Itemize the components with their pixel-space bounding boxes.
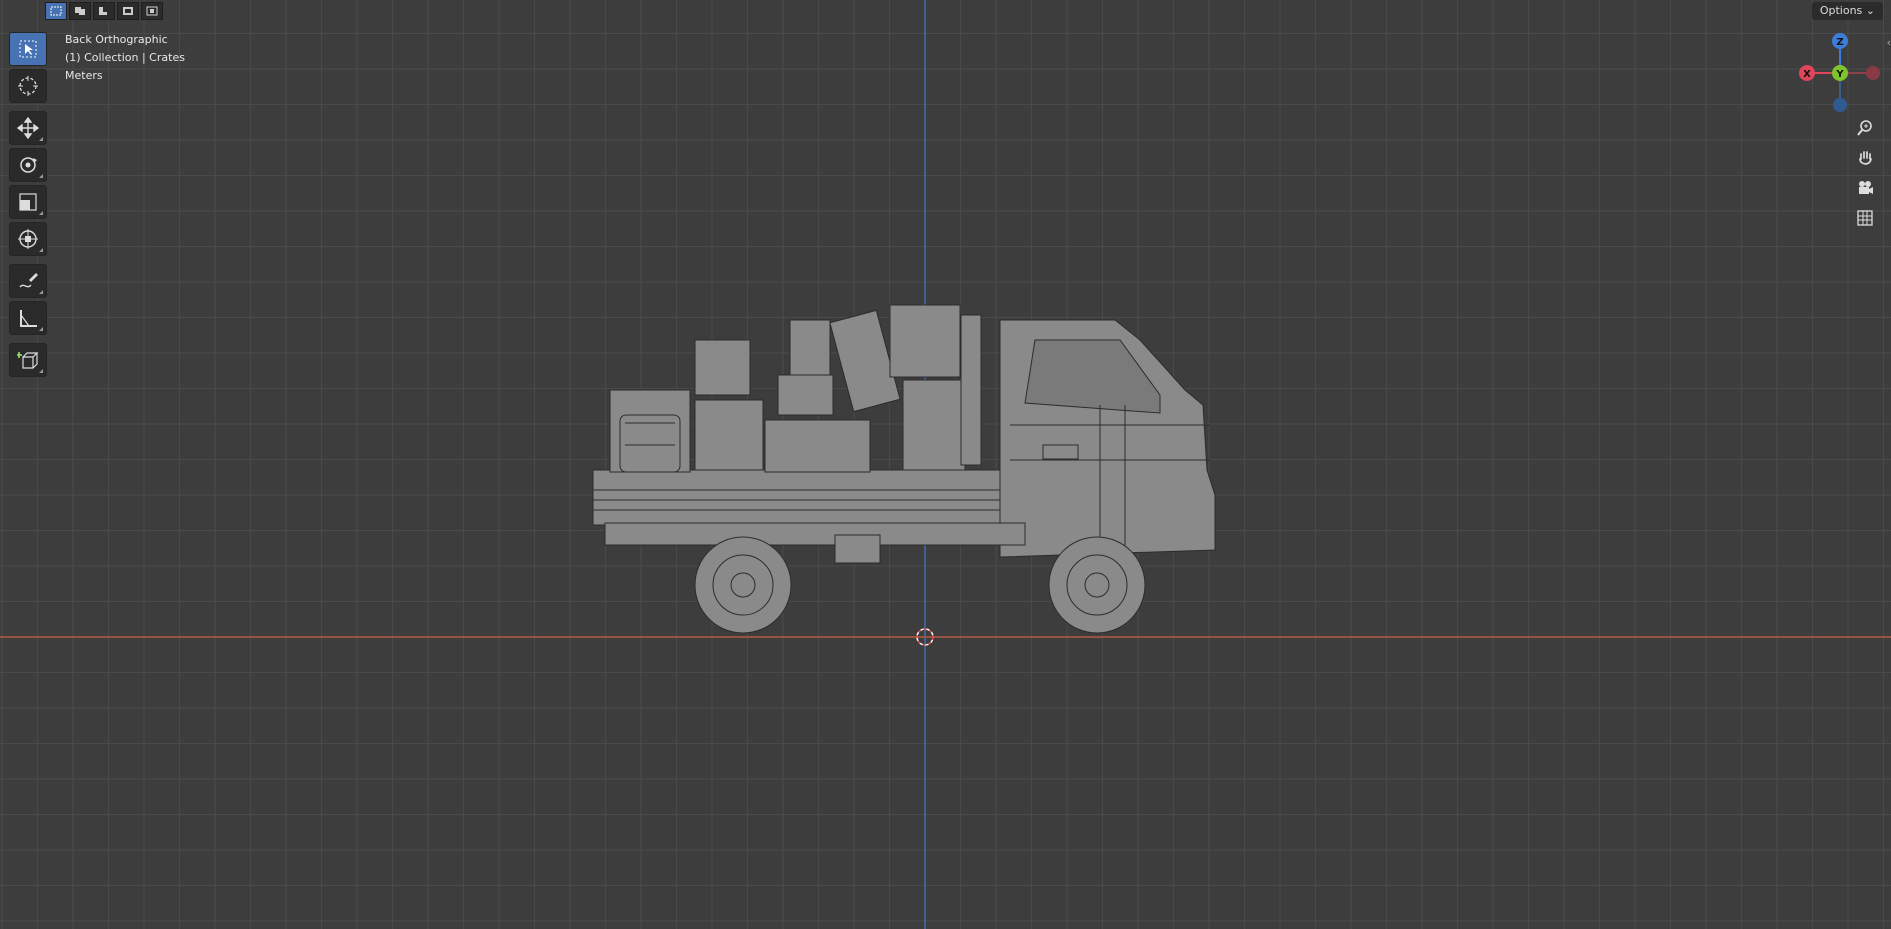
navigation-gizmo[interactable]: Z X Y	[1790, 30, 1890, 120]
crate	[777, 374, 834, 416]
crate	[789, 319, 831, 376]
new-selection-mode-button[interactable]	[45, 2, 67, 20]
scale-icon	[19, 193, 37, 211]
cursor-arrow-icon	[19, 40, 37, 58]
tool-shelf	[9, 32, 47, 380]
barrel	[619, 414, 681, 473]
move-arrows-icon	[17, 117, 39, 139]
rotate-tool[interactable]	[9, 148, 47, 182]
options-label: Options	[1819, 4, 1863, 17]
pencil-icon	[19, 273, 38, 288]
select-box-tool[interactable]	[9, 32, 47, 66]
subtract-selection-mode-button[interactable]	[93, 2, 115, 20]
ruler-icon	[20, 310, 37, 327]
units-label: Meters	[65, 69, 103, 82]
chevron-down-icon: ⌄	[1865, 4, 1875, 17]
svg-text:X: X	[1803, 69, 1811, 80]
pan-button[interactable]	[1852, 145, 1878, 171]
3d-cursor-icon[interactable]	[915, 627, 935, 647]
cursor-tool[interactable]	[9, 69, 47, 103]
add-cube-tool[interactable]	[9, 343, 47, 377]
zoom-button[interactable]	[1852, 115, 1878, 141]
truck-model[interactable]	[585, 295, 1265, 640]
extend-selection-mode-button[interactable]	[69, 2, 91, 20]
select-subtract-icon	[99, 7, 109, 15]
scale-tool[interactable]	[9, 185, 47, 219]
rotate-icon	[20, 157, 37, 173]
transform-icon	[18, 229, 38, 249]
crate	[764, 419, 871, 473]
zoom-icon	[1857, 120, 1872, 136]
collection-info: (1) Collection | Crates	[65, 51, 185, 64]
3d-viewport[interactable]	[0, 0, 1891, 929]
neg-x-axis-icon[interactable]	[1866, 66, 1880, 80]
move-tool[interactable]	[9, 111, 47, 145]
measure-tool[interactable]	[9, 301, 47, 335]
annotate-tool[interactable]	[9, 264, 47, 298]
neg-z-axis-icon[interactable]	[1833, 98, 1847, 112]
select-difference-icon	[123, 7, 133, 15]
crate	[889, 304, 961, 378]
svg-text:Z: Z	[1836, 37, 1843, 48]
truck-bed	[592, 469, 1009, 526]
select-extend-icon	[75, 7, 85, 15]
crate	[960, 314, 982, 466]
options-dropdown[interactable]: Options ⌄	[1811, 2, 1883, 20]
view-navigation-buttons	[1852, 115, 1882, 235]
pan-hand-icon	[1859, 151, 1872, 165]
view-name: Back Orthographic	[65, 33, 168, 46]
grid-icon	[1857, 210, 1873, 226]
select-intersect-icon	[146, 6, 158, 16]
crate	[694, 399, 764, 471]
difference-selection-mode-button[interactable]	[117, 2, 139, 20]
crate	[902, 379, 966, 471]
svg-text:Y: Y	[1835, 69, 1844, 80]
3d-cursor-tool-icon	[18, 76, 38, 96]
crate	[694, 339, 751, 396]
camera-icon	[1859, 181, 1873, 194]
door-handle	[1042, 444, 1079, 460]
intersect-selection-mode-button[interactable]	[141, 2, 163, 20]
camera-view-button[interactable]	[1852, 175, 1878, 201]
select-new-icon	[50, 6, 62, 16]
toggle-perspective-button[interactable]	[1852, 205, 1878, 231]
transform-tool[interactable]	[9, 222, 47, 256]
viewport-info: Back Orthographic (1) Collection | Crate…	[65, 31, 185, 85]
cube-plus-icon	[17, 352, 39, 369]
selection-mode-bar	[45, 2, 163, 20]
